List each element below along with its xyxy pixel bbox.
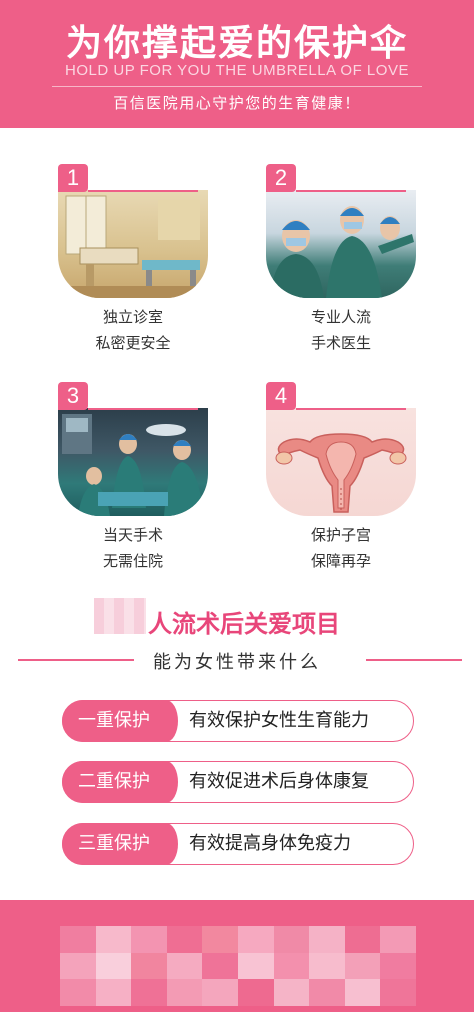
tagline: 百信医院用心守护您的生育健康！ — [113, 94, 361, 112]
feature-line1: 独立诊室 — [102, 308, 163, 326]
surgeons-photo — [266, 190, 416, 298]
feature-line2: 手术医生 — [310, 334, 371, 352]
feature-number-badge: 4 — [266, 382, 406, 410]
feature-card-1: 1 独立诊室 私密更安全 — [58, 164, 208, 354]
feature-line1: 当天手术 — [102, 526, 163, 544]
protection-row-2: 二重保护 有效促进术后身体康复 — [62, 761, 414, 803]
header-divider — [52, 86, 422, 87]
feature-card-4: 4 保护子宫 保障再孕 — [266, 382, 416, 572]
section-title: 人流术后关爱项目 — [148, 610, 340, 638]
section-subtitle: 能为女性带来什么 — [153, 652, 321, 673]
feature-line2: 私密更安全 — [95, 334, 171, 352]
protection-row-1: 一重保护 有效保护女性生育能力 — [62, 700, 414, 742]
header-banner: 为你撑起爱的保护伞 HOLD UP FOR YOU THE UMBRELLA O… — [0, 0, 474, 128]
protection-row-3: 三重保护 有效提高身体免疫力 — [62, 823, 414, 865]
page-title: 为你撑起爱的保护伞 — [65, 23, 408, 64]
protection-tag: 一重保护 — [62, 700, 178, 742]
blurred-logo — [94, 598, 146, 634]
footer-banner — [0, 900, 474, 1012]
feature-line1: 专业人流 — [310, 308, 371, 326]
feature-number-badge: 1 — [58, 164, 198, 192]
feature-card-2: 2 专业人流 手术医生 — [266, 164, 416, 354]
clinic-room-photo — [58, 190, 208, 298]
feature-number-badge: 2 — [266, 164, 406, 192]
english-subtitle: HOLD UP FOR YOU THE UMBRELLA OF LOVE — [65, 62, 409, 79]
feature-line2: 无需住院 — [102, 552, 163, 570]
protection-tag: 三重保护 — [62, 823, 178, 865]
protection-desc: 有效促进术后身体康复 — [189, 771, 369, 792]
operating-room-photo — [58, 408, 208, 516]
protection-tag: 二重保护 — [62, 761, 178, 803]
divider-right — [366, 659, 462, 661]
feature-line1: 保护子宫 — [310, 526, 371, 544]
protection-desc: 有效提高身体免疫力 — [189, 833, 351, 854]
feature-number-badge: 3 — [58, 382, 198, 410]
feature-line2: 保障再孕 — [310, 552, 371, 570]
protection-desc: 有效保护女性生育能力 — [189, 710, 369, 731]
feature-card-3: 3 当天手术 无需住院 — [58, 382, 208, 572]
uterus-illustration — [266, 408, 416, 516]
blurred-footer-mosaic — [60, 926, 416, 1006]
